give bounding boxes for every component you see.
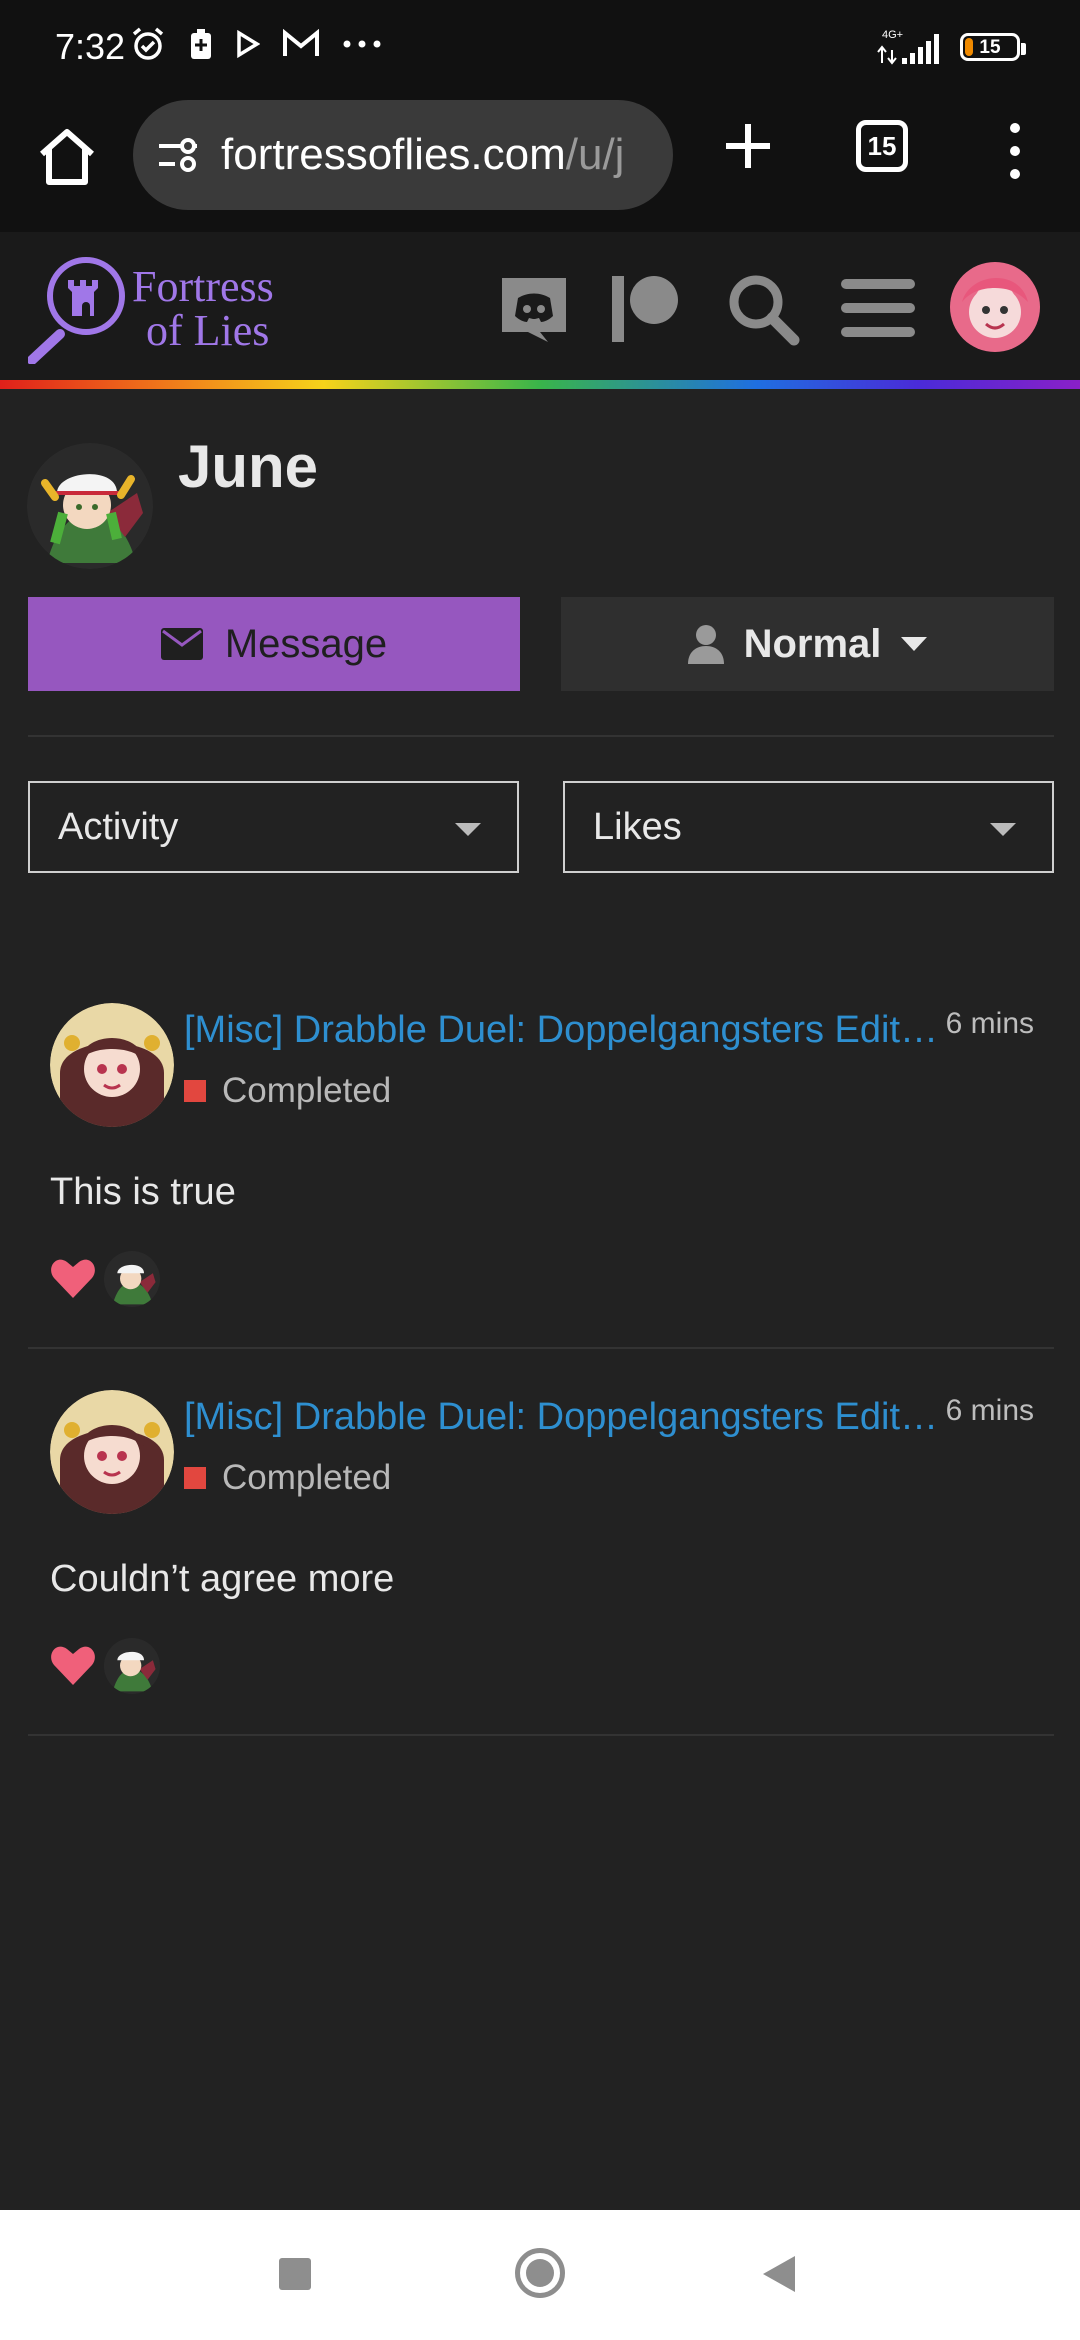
new-tab-icon[interactable] — [718, 116, 778, 176]
profile-username: June — [178, 433, 319, 500]
profile-avatar-art — [27, 443, 153, 569]
status-color-square — [184, 1080, 206, 1102]
caret-down-icon — [901, 637, 928, 651]
thread-status: Completed — [184, 1458, 391, 1498]
url-path: /u/j — [565, 130, 625, 179]
home-button[interactable] — [515, 2248, 565, 2298]
activity-filter-select[interactable]: Activity — [28, 781, 519, 873]
url-text[interactable]: fortressoflies.com/u/j — [221, 130, 661, 180]
status-time: 7:32 — [55, 26, 126, 67]
envelope-icon — [160, 628, 203, 660]
tab-switcher-button[interactable]: 15 — [856, 120, 908, 172]
activity-filter-label: Activity — [58, 805, 179, 848]
status-right: 4G+ 15 — [874, 28, 1026, 66]
liker-avatar[interactable] — [104, 1638, 160, 1694]
signal-icon: 4G+ — [877, 29, 939, 65]
site-settings-icon[interactable] — [155, 132, 201, 178]
liker-avatar-art — [104, 1638, 160, 1694]
chevron-down-icon — [990, 823, 1016, 836]
home-icon[interactable] — [30, 120, 104, 194]
author-avatar-art — [50, 1003, 174, 1127]
site-name: Fortress of Lies — [132, 262, 274, 355]
message-button[interactable]: Message — [28, 597, 520, 691]
post-timestamp[interactable]: 6 mins — [946, 1394, 1034, 1428]
user-avatar-art — [962, 277, 1028, 338]
post-divider — [28, 1734, 1054, 1736]
likes-filter-label: Likes — [593, 805, 682, 848]
thread-status-label: Completed — [222, 1071, 392, 1110]
status-bar: 7:32 4G+ 15 — [0, 0, 1080, 90]
status-color-square — [184, 1467, 206, 1489]
play-icon — [237, 30, 260, 58]
browser-toolbar: fortressoflies.com/u/j 15 — [0, 90, 1080, 232]
browser-menu-icon[interactable] — [1000, 116, 1030, 186]
activity-item: [Misc] Drabble Duel: Doppelgangsters Edi… — [28, 1003, 1054, 1343]
post-excerpt[interactable]: This is true — [50, 1171, 236, 1214]
post-excerpt[interactable]: Couldn’t agree more — [50, 1558, 394, 1601]
activity-item: [Misc] Drabble Duel: Doppelgangsters Edi… — [28, 1390, 1054, 1730]
current-user-avatar[interactable] — [950, 262, 1040, 352]
notification-level-dropdown[interactable]: Normal — [561, 597, 1054, 691]
heart-icon[interactable] — [50, 1258, 96, 1300]
more-notifications-icon — [343, 40, 381, 48]
likes-filter-select[interactable]: Likes — [563, 781, 1054, 873]
site-logo[interactable]: Fortress of Lies — [28, 254, 274, 364]
post-thread-link[interactable]: [Misc] Drabble Duel: Doppelgangsters Edi… — [184, 1009, 944, 1052]
heart-icon[interactable] — [50, 1645, 96, 1687]
gmail-icon — [283, 29, 319, 56]
discord-icon[interactable] — [496, 270, 572, 346]
profile-avatar[interactable] — [27, 443, 153, 569]
hamburger-menu-icon[interactable] — [840, 270, 916, 346]
user-icon — [687, 625, 724, 664]
author-avatar-art — [50, 1390, 174, 1514]
post-author-avatar[interactable] — [50, 1390, 174, 1514]
liker-avatar[interactable] — [104, 1251, 160, 1307]
recents-button[interactable] — [279, 2258, 311, 2290]
rainbow-divider — [0, 380, 1080, 389]
status-notification-icons — [130, 26, 382, 62]
post-likes — [50, 1638, 160, 1694]
address-bar[interactable]: fortressoflies.com/u/j — [133, 100, 673, 210]
back-button[interactable] — [763, 2256, 795, 2292]
post-divider — [28, 1347, 1054, 1349]
url-host: fortressoflies.com — [221, 130, 566, 179]
post-author-avatar[interactable] — [50, 1003, 174, 1127]
liker-avatar-art — [104, 1251, 160, 1307]
post-timestamp[interactable]: 6 mins — [946, 1007, 1034, 1041]
chevron-down-icon — [455, 823, 481, 836]
notification-level-label: Normal — [743, 621, 882, 666]
battery-level: 15 — [979, 37, 1001, 58]
thread-status-label: Completed — [222, 1458, 392, 1497]
battery-icon: 15 — [960, 33, 1026, 61]
message-button-label: Message — [224, 621, 388, 666]
system-navigation-bar — [0, 2210, 1080, 2340]
network-label: 4G+ — [882, 29, 903, 41]
thread-status: Completed — [184, 1071, 391, 1111]
battery-saver-icon — [191, 29, 211, 59]
site-header: Fortress of Lies — [0, 232, 1080, 382]
search-icon[interactable] — [724, 270, 800, 346]
patreon-icon[interactable] — [608, 270, 684, 346]
castle-magnifier-icon — [28, 257, 125, 364]
post-likes — [50, 1251, 160, 1307]
post-thread-link[interactable]: [Misc] Drabble Duel: Doppelgangsters Edi… — [184, 1396, 944, 1439]
section-divider — [28, 735, 1054, 737]
alarm-icon — [132, 27, 164, 60]
